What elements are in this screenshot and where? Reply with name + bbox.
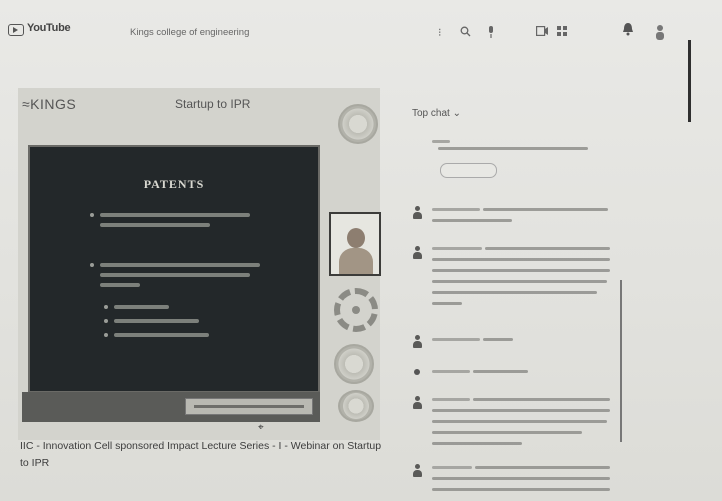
chat-author-line bbox=[432, 398, 470, 401]
slide-bullet-icon bbox=[104, 333, 108, 337]
chat-message-line bbox=[432, 420, 607, 423]
institution-seal-icon bbox=[334, 344, 374, 384]
chat-message-line bbox=[485, 247, 610, 250]
slide-text-line bbox=[114, 333, 209, 337]
mic-icon[interactable] bbox=[487, 26, 495, 41]
slide-text-line bbox=[114, 305, 169, 309]
slide-text-line bbox=[100, 263, 260, 267]
speaker-head bbox=[347, 228, 365, 248]
slide-text-line bbox=[100, 273, 250, 277]
chat-message-line bbox=[432, 291, 597, 294]
video-title: IIC - Innovation Cell sponsored Impact L… bbox=[20, 440, 382, 469]
search-input[interactable]: Kings college of engineering bbox=[130, 27, 249, 38]
chat-filter-dropdown[interactable]: Top chat ⌄ bbox=[412, 108, 461, 119]
slide-logo: ≈KINGS bbox=[22, 96, 77, 112]
avatar-icon[interactable] bbox=[655, 24, 665, 43]
chat-author-line bbox=[432, 370, 470, 373]
chat-message-line bbox=[473, 398, 610, 401]
slide-text-line bbox=[100, 283, 140, 287]
chat-author-line bbox=[432, 208, 480, 211]
page-scrollbar[interactable] bbox=[688, 40, 691, 122]
slide-content-panel: PATENTS bbox=[28, 145, 320, 393]
chat-avatar-icon bbox=[413, 206, 422, 219]
chat-avatar-icon bbox=[413, 396, 422, 409]
more-icon[interactable]: ⁝ bbox=[438, 26, 442, 39]
chat-avatar-icon bbox=[413, 246, 422, 259]
chat-author-line bbox=[432, 466, 472, 469]
slide-bullet-icon bbox=[90, 213, 94, 217]
chat-avatar-icon bbox=[413, 335, 422, 348]
chat-author-line bbox=[432, 140, 450, 143]
slide-bullet-icon bbox=[104, 305, 108, 309]
chat-message-line bbox=[432, 219, 512, 222]
chat-avatar-icon bbox=[413, 464, 422, 477]
slide-bullet-icon bbox=[104, 319, 108, 323]
chat-message-line bbox=[483, 208, 608, 211]
chat-message-line bbox=[432, 302, 462, 305]
chat-message-line bbox=[475, 466, 610, 469]
chat-message-line bbox=[432, 269, 610, 272]
slide-bullet-icon bbox=[90, 263, 94, 267]
gear-hub bbox=[352, 306, 360, 314]
chat-author-line bbox=[432, 338, 480, 341]
chat-message-line bbox=[473, 370, 528, 373]
slide-text-line bbox=[114, 319, 199, 323]
chat-message-line bbox=[438, 147, 588, 150]
chat-chip[interactable] bbox=[440, 163, 497, 178]
chat-message-line bbox=[432, 280, 607, 283]
create-icon[interactable] bbox=[536, 26, 548, 39]
chat-message-line bbox=[483, 338, 513, 341]
chat-status-icon bbox=[414, 369, 420, 375]
youtube-logo-text[interactable]: YouTube bbox=[27, 22, 71, 34]
college-seal-icon bbox=[338, 104, 378, 144]
chat-message-line bbox=[432, 442, 522, 445]
slide-heading: PATENTS bbox=[143, 177, 205, 191]
notifications-icon[interactable] bbox=[622, 22, 634, 39]
gear-emblem-icon bbox=[334, 288, 378, 332]
chat-message-line bbox=[432, 488, 610, 491]
slide-title: Startup to IPR bbox=[175, 97, 251, 111]
mouse-cursor-icon: ⌖ bbox=[258, 422, 264, 433]
speaker-body bbox=[339, 248, 373, 274]
chat-message-line bbox=[432, 258, 610, 261]
slide-text-line bbox=[100, 213, 250, 217]
chat-message-line bbox=[432, 477, 610, 480]
youtube-logo-icon[interactable] bbox=[8, 24, 24, 36]
slide-text-line bbox=[100, 223, 210, 227]
chat-scrollbar[interactable] bbox=[620, 280, 622, 442]
search-icon[interactable] bbox=[460, 26, 471, 40]
chat-message-line bbox=[432, 409, 610, 412]
chat-author-line bbox=[432, 247, 482, 250]
presenter-name-line bbox=[194, 405, 304, 408]
presenter-name-box bbox=[185, 398, 313, 415]
speaker-webcam-thumbnail bbox=[329, 212, 381, 276]
chat-message-line bbox=[432, 431, 582, 434]
institution-seal-icon bbox=[338, 390, 374, 422]
apps-icon[interactable] bbox=[557, 26, 567, 39]
